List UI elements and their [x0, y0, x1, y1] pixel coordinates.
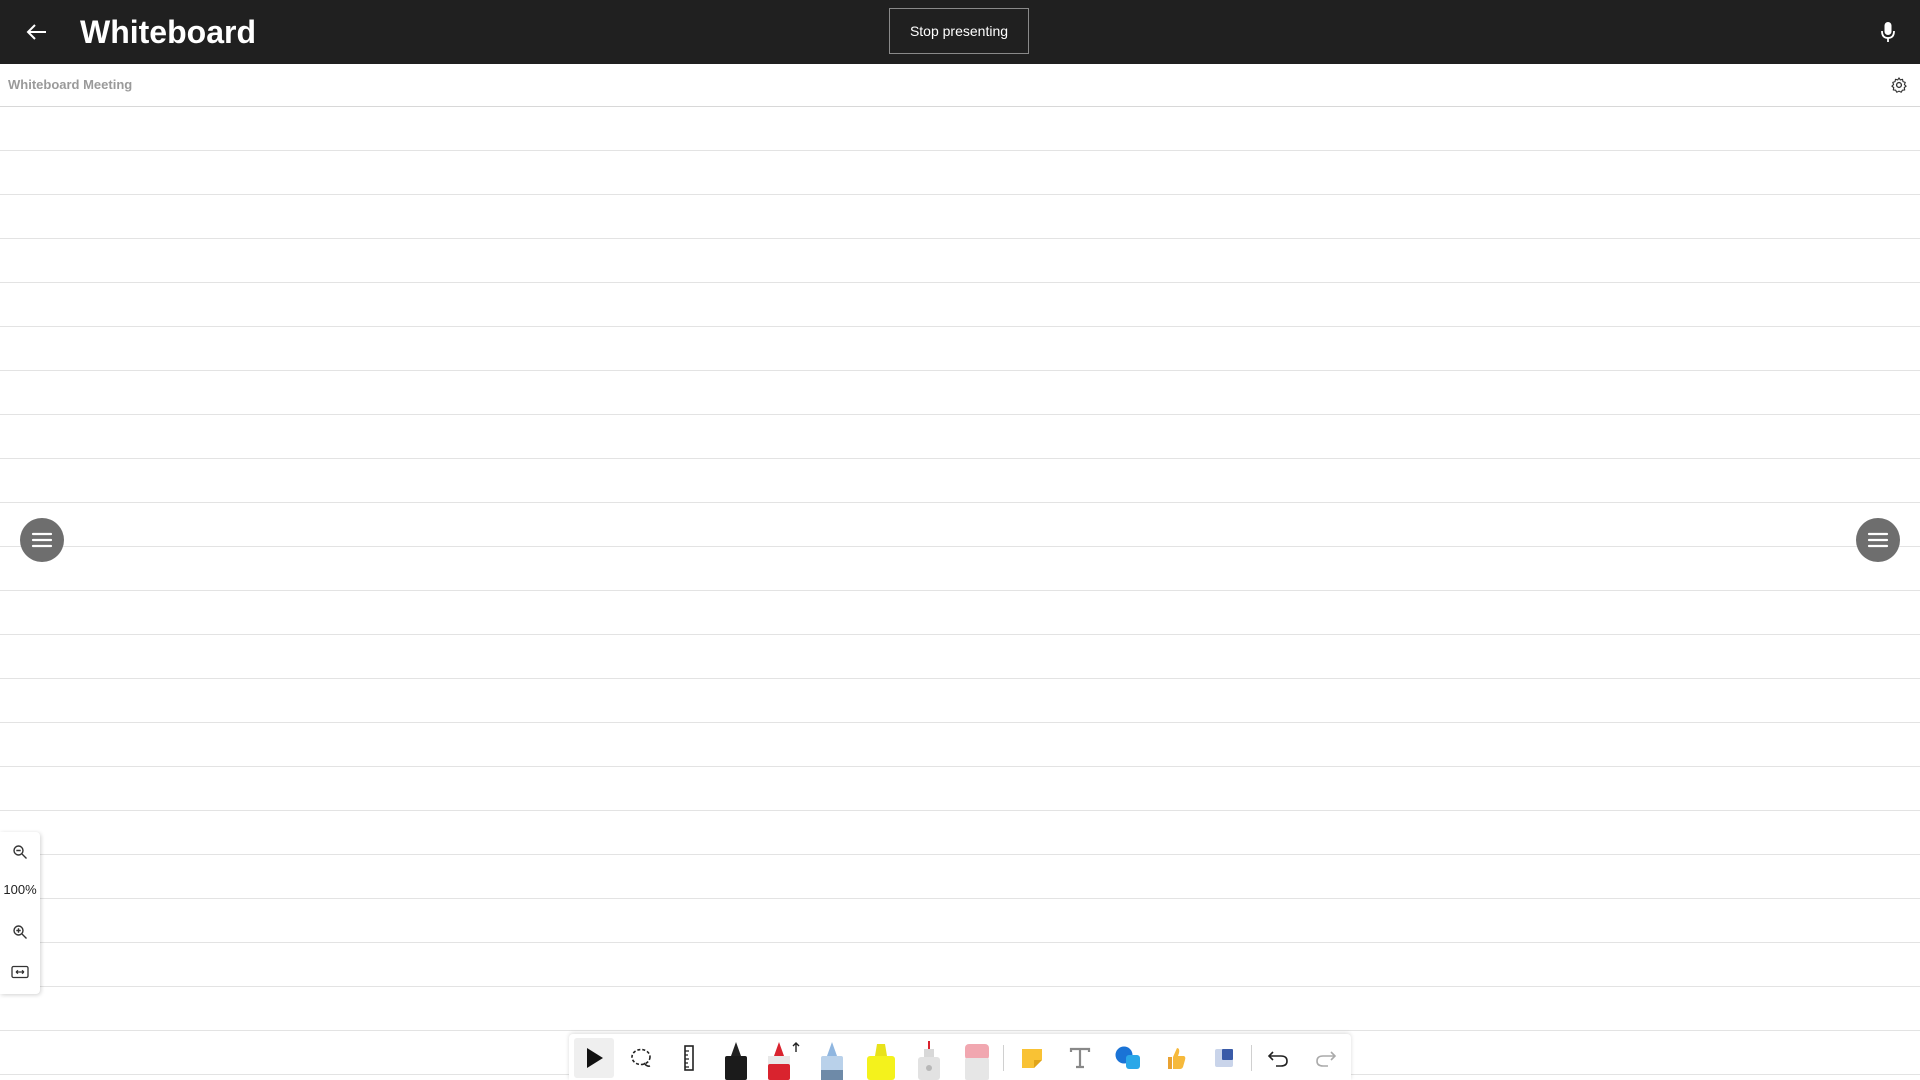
zoom-in-button[interactable] — [0, 918, 40, 946]
gear-icon — [1891, 77, 1907, 93]
thumbs-up-icon — [1168, 1048, 1186, 1069]
right-menu-button[interactable] — [1856, 518, 1900, 562]
fit-to-screen-button[interactable] — [0, 958, 40, 986]
zoom-panel: 100% — [0, 832, 40, 994]
marker-icon — [918, 1041, 940, 1080]
arrow-left-icon — [26, 24, 46, 40]
microphone-button[interactable] — [1874, 18, 1902, 46]
text-tool[interactable] — [1060, 1038, 1100, 1078]
top-bar: Whiteboard Stop presenting — [0, 0, 1920, 64]
template-icon — [1215, 1049, 1233, 1067]
eraser-tool[interactable] — [957, 1036, 997, 1080]
red-pen-icon — [768, 1042, 800, 1080]
ruler-tool[interactable] — [669, 1038, 709, 1078]
shapes-tool[interactable] — [1108, 1038, 1148, 1078]
black-pen-tool[interactable] — [716, 1036, 756, 1080]
back-button[interactable] — [18, 16, 54, 48]
settings-button[interactable] — [1888, 74, 1910, 96]
lasso-icon — [631, 1048, 651, 1067]
blue-pen-tool[interactable] — [812, 1036, 852, 1080]
toolbar-separator — [1003, 1045, 1004, 1071]
sticky-note-icon — [1022, 1049, 1042, 1068]
redo-button[interactable] — [1306, 1038, 1346, 1078]
black-pen-icon — [725, 1042, 747, 1080]
zoom-in-icon — [13, 925, 27, 939]
undo-button[interactable] — [1258, 1038, 1298, 1078]
toolbar-separator — [1251, 1045, 1252, 1071]
menu-icon — [31, 532, 53, 548]
ruler-icon — [684, 1045, 694, 1071]
microphone-icon — [1881, 22, 1895, 42]
reactions-tool[interactable] — [1156, 1038, 1196, 1078]
app-title: Whiteboard — [80, 14, 256, 50]
menu-icon — [1867, 532, 1889, 548]
marker-tool[interactable] — [909, 1036, 949, 1080]
template-tool[interactable] — [1204, 1038, 1244, 1078]
zoom-out-icon — [13, 845, 27, 859]
zoom-out-button[interactable] — [0, 838, 40, 866]
meeting-name: Whiteboard Meeting — [8, 77, 133, 92]
sticky-note-tool[interactable] — [1012, 1038, 1052, 1078]
left-menu-button[interactable] — [20, 518, 64, 562]
stop-presenting-button[interactable]: Stop presenting — [889, 8, 1029, 54]
select-tool[interactable] — [574, 1038, 614, 1078]
whiteboard-canvas[interactable] — [0, 107, 1920, 1080]
undo-icon — [1267, 1051, 1288, 1067]
meeting-bar: Whiteboard Meeting — [0, 64, 1920, 107]
fit-to-screen-icon — [11, 965, 29, 979]
blue-pen-icon — [821, 1042, 843, 1080]
shapes-icon — [1115, 1046, 1140, 1069]
lasso-tool[interactable] — [621, 1038, 661, 1078]
text-icon — [1069, 1047, 1091, 1069]
zoom-level: 100% — [3, 882, 37, 897]
drawing-toolbar — [569, 1034, 1351, 1080]
red-pen-tool[interactable] — [765, 1036, 805, 1080]
redo-icon — [1316, 1051, 1337, 1067]
pointer-icon — [587, 1048, 603, 1068]
eraser-icon — [965, 1044, 989, 1080]
highlighter-icon — [867, 1044, 895, 1080]
yellow-highlighter-tool[interactable] — [861, 1036, 901, 1080]
